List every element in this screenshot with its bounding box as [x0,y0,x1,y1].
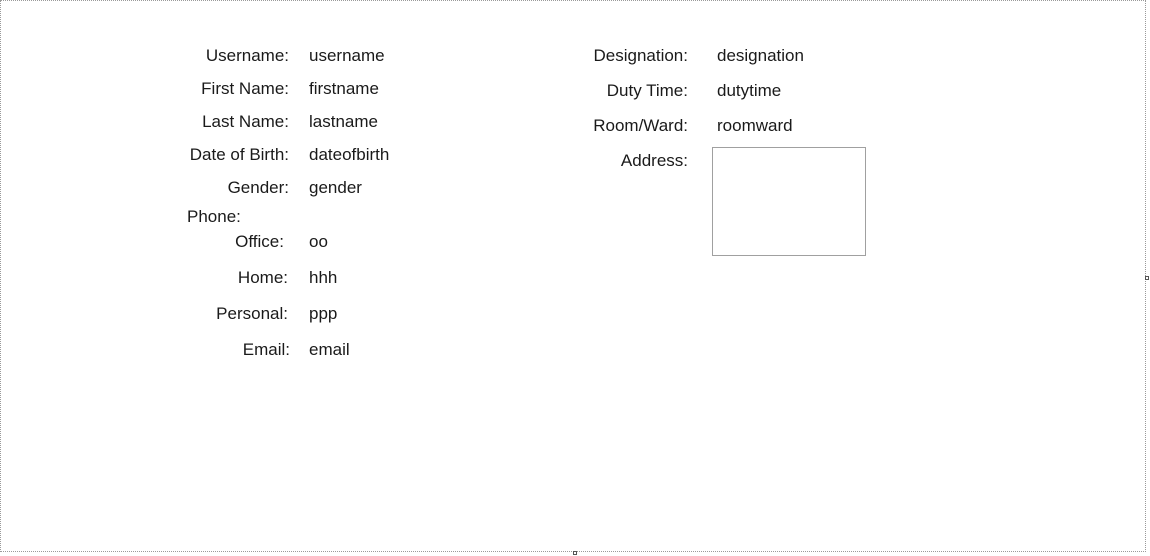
gender-label: Gender: [227,178,289,197]
first-name-value: firstname [309,79,379,98]
email-value: email [309,340,350,359]
designation-label: Designation: [593,46,688,65]
room-ward-label: Room/Ward: [593,116,688,135]
last-name-value: lastname [309,112,378,131]
address-label: Address: [620,151,688,170]
email-label: Email: [242,340,290,359]
date-of-birth-label: Date of Birth: [189,145,289,164]
office-phone-label: Office: [235,232,284,251]
last-name-label: Last Name: [202,112,289,131]
date-of-birth-value: dateofbirth [309,145,390,164]
office-phone-value: oo [309,232,328,251]
resize-handle-right[interactable] [1145,276,1149,280]
home-phone-label: Home: [237,268,288,287]
resize-handle-bottom[interactable] [573,551,577,555]
duty-time-value: dutytime [717,81,782,100]
phone-section-label: Phone: [187,207,241,226]
address-textbox[interactable] [712,147,866,256]
username-value: username [309,46,385,65]
room-ward-value: roomward [717,116,793,135]
personal-phone-value: ppp [309,304,338,323]
gender-value: gender [309,178,362,197]
username-label: Username: [205,46,289,65]
form-design-surface: Username: username First Name: firstname… [0,0,1146,552]
designation-value: designation [717,46,804,65]
personal-phone-label: Personal: [216,304,288,323]
duty-time-label: Duty Time: [606,81,688,100]
home-phone-value: hhh [309,268,338,287]
first-name-label: First Name: [201,79,289,98]
